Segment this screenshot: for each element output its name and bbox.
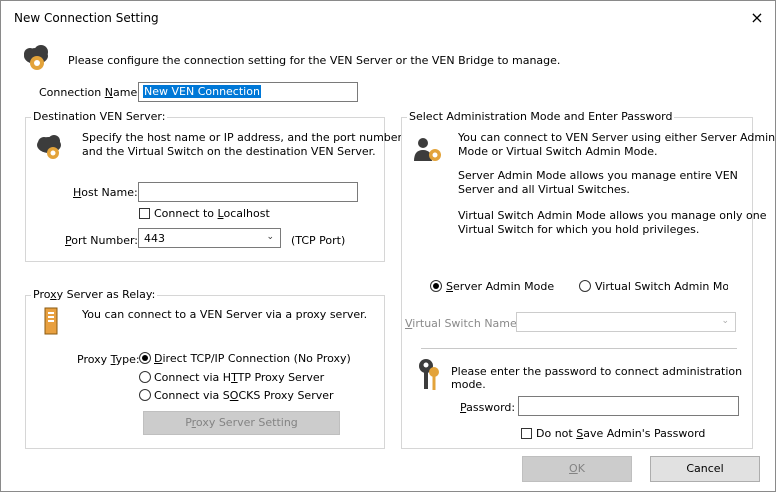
password-label: Password:	[460, 401, 516, 414]
proxy-direct-label: Direct TCP/IP Connection (No Proxy)	[154, 352, 351, 365]
admin-user-gear-icon	[412, 135, 444, 165]
admin-divider	[421, 348, 737, 349]
port-number-select[interactable]: 443 ⌄	[138, 228, 281, 248]
connection-name-input[interactable]: New VEN Connection	[138, 82, 358, 102]
cloud-gear-icon	[21, 44, 51, 74]
dialog-window: New Connection Setting × Please configur…	[0, 0, 776, 492]
admin-desc2-line1: Server Admin Mode allows you manage enti…	[458, 169, 738, 182]
proxy-http-radio[interactable]	[139, 371, 151, 383]
intro-text: Please configure the connection setting …	[68, 54, 561, 67]
do-not-save-password-label: Do not Save Admin's Password	[536, 427, 706, 440]
close-icon[interactable]: ×	[742, 7, 772, 29]
window-title: New Connection Setting	[14, 11, 159, 25]
connect-localhost-label: Connect to Localhost	[154, 207, 270, 220]
proxy-type-label: Proxy Type:	[77, 353, 140, 366]
admin-desc3-line1: Virtual Switch Admin Mode allows you man…	[458, 209, 767, 222]
server-admin-mode-radio[interactable]	[430, 280, 442, 292]
port-number-label: Port Number:	[65, 234, 139, 247]
proxy-socks-radio[interactable]	[139, 389, 151, 401]
proxy-server-icon	[42, 307, 60, 335]
virtual-switch-name-select[interactable]: ⌄	[516, 312, 736, 332]
admin-desc2-line2: Server and all Virtual Switches.	[458, 183, 630, 196]
proxy-socks-label: Connect via SOCKS Proxy Server	[154, 389, 334, 402]
password-prompt-line1: Please enter the password to connect adm…	[451, 365, 743, 378]
destination-desc-line1: Specify the host name or IP address, and…	[82, 131, 403, 144]
password-input[interactable]	[518, 396, 739, 416]
host-name-label: Host Name:	[73, 186, 138, 199]
connection-name-label: Connection Name:	[39, 86, 141, 99]
connect-localhost-checkbox[interactable]	[139, 208, 150, 219]
virtual-switch-admin-mode-label: Virtual Switch Admin Mode	[595, 280, 728, 293]
virtual-switch-name-label: Virtual Switch Name:	[405, 317, 521, 330]
server-admin-mode-label: Server Admin Mode	[446, 280, 555, 293]
connection-name-value: New VEN Connection	[143, 85, 261, 98]
proxy-legend: Proxy Server as Relay:	[31, 288, 158, 301]
password-prompt-line2: mode.	[451, 378, 486, 391]
admin-desc3-line2: Virtual Switch for which you hold privil…	[458, 223, 700, 236]
server-gear-icon	[35, 134, 65, 162]
proxy-server-setting-button[interactable]: Proxy Server Setting	[143, 411, 340, 435]
host-name-input[interactable]	[138, 182, 358, 202]
ok-button[interactable]: OK	[522, 456, 632, 482]
destination-desc-line2: and the Virtual Switch on the destinatio…	[82, 145, 376, 158]
admin-legend: Select Administration Mode and Enter Pas…	[407, 110, 675, 123]
proxy-http-label: Connect via HTTP Proxy Server	[154, 371, 325, 384]
virtual-switch-admin-mode-radio[interactable]	[579, 280, 591, 292]
proxy-direct-radio[interactable]	[139, 352, 151, 364]
destination-legend: Destination VEN Server:	[31, 110, 168, 123]
key-icon	[417, 358, 441, 392]
port-unit-label: (TCP Port)	[291, 234, 346, 247]
cancel-button[interactable]: Cancel	[650, 456, 760, 482]
do-not-save-password-checkbox[interactable]	[521, 428, 532, 439]
admin-desc1-line2: Mode or Virtual Switch Admin Mode.	[458, 145, 658, 158]
proxy-desc: You can connect to a VEN Server via a pr…	[82, 308, 368, 321]
title-bar[interactable]: New Connection Setting ×	[1, 1, 775, 35]
chevron-down-icon: ⌄	[721, 316, 729, 326]
admin-desc1-line1: You can connect to VEN Server using eith…	[458, 131, 776, 144]
chevron-down-icon: ⌄	[266, 232, 274, 242]
port-number-value: 443	[144, 232, 165, 245]
